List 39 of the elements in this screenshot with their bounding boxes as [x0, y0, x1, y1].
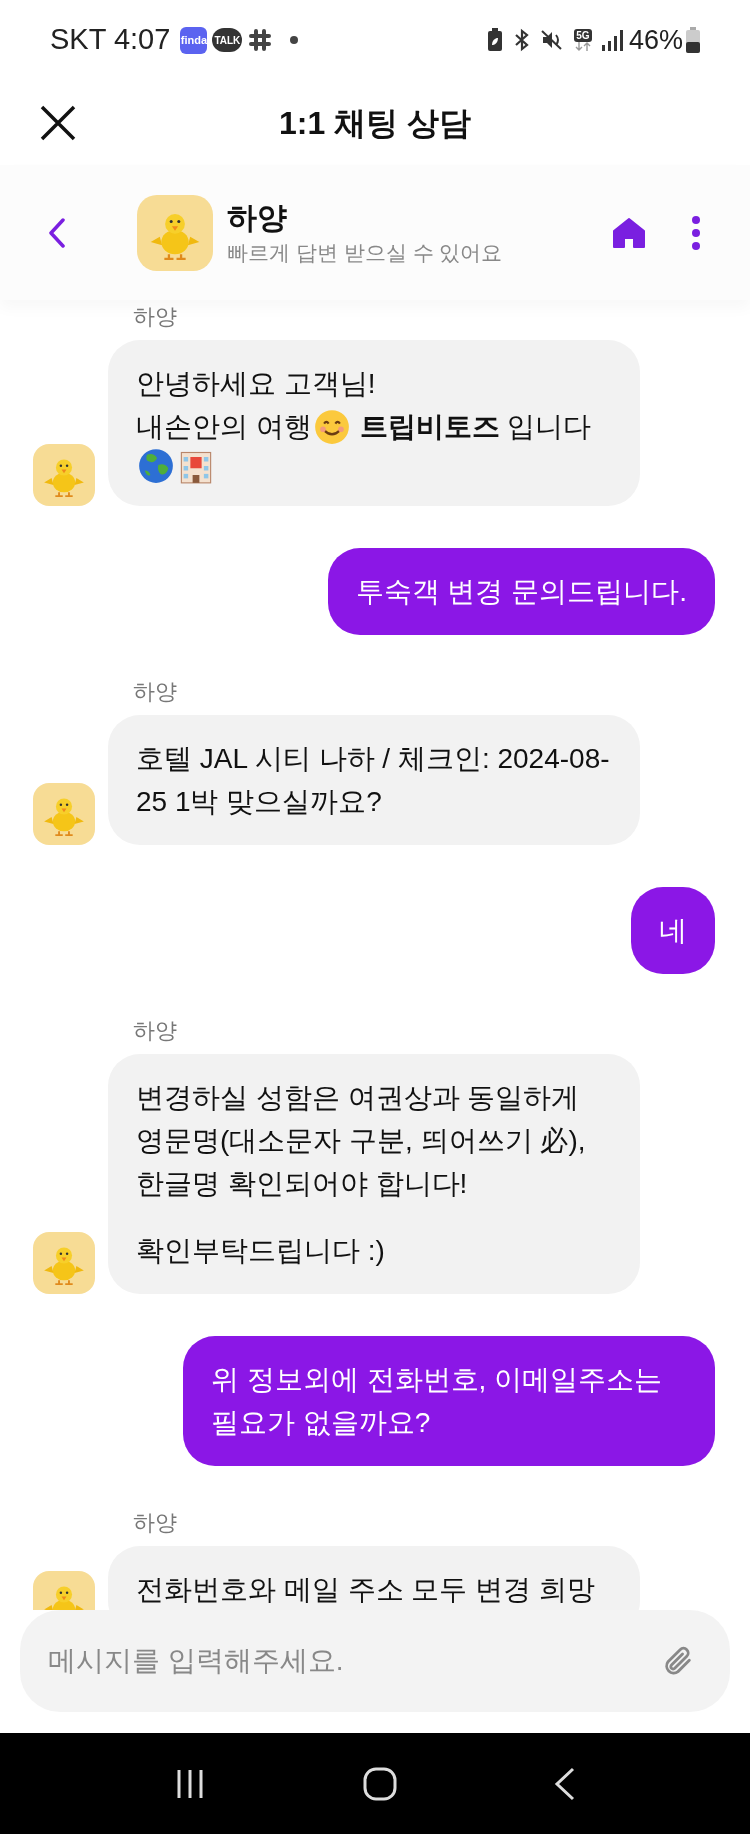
battery-saver-icon [486, 28, 503, 52]
message-text: 변경하실 성함은 여권상과 동일하게 영문명(대소문자 구분, 띄어쓰기 必), 한글명 확인되어야 합니다! [136, 1081, 587, 1201]
agent-subtitle: 빠르게 답변 받으실 수 있어요 [227, 239, 504, 266]
back-button[interactable] [48, 217, 66, 248]
smiley-icon [313, 408, 350, 445]
sender-name: 하양 [133, 678, 178, 706]
sender-name: 하양 [133, 1509, 178, 1537]
agent-name: 하양 [227, 199, 288, 236]
message-text: 안녕하세요 고객님! [136, 367, 376, 401]
chick-avatar-icon [33, 783, 95, 845]
page-title: 1:1 채팅 상담 [279, 103, 471, 143]
message-field[interactable]: 메시지를 입력해주세요. [20, 1610, 730, 1712]
sender-name: 하양 [133, 1017, 178, 1045]
battery-icon [686, 27, 700, 53]
app-badge: TALK [212, 28, 243, 52]
mute-icon [540, 29, 563, 51]
message-input[interactable]: 메시지를 입력해주세요. [48, 1640, 658, 1682]
dot-icon [290, 36, 299, 44]
back-nav-button[interactable] [553, 1766, 576, 1801]
message-text: 전화번호와 메일 주소 모두 변경 희망 [136, 1573, 595, 1607]
message-text: 확인부탁드립니다 :) [136, 1234, 385, 1268]
hash-icon [248, 28, 273, 52]
chick-avatar-icon [137, 194, 213, 271]
sender-name: 하양 [133, 303, 178, 331]
chick-avatar-icon [33, 444, 95, 506]
signal-icon [600, 29, 623, 51]
chick-avatar-icon [33, 1232, 95, 1294]
message-text: 호텔 JAL 시티 나하 / 체크인: 2024-08-25 1박 맞으실까요? [136, 742, 611, 819]
status-time: SKT 4:07 [50, 22, 171, 58]
globe-icon [138, 448, 174, 484]
message-text: 내손안의 여행 [136, 410, 312, 444]
network-type: 5G [574, 29, 592, 42]
message-text: 투숙객 변경 문의드립니다. [355, 575, 687, 609]
more-button[interactable] [691, 214, 701, 251]
message-text: 위 정보외에 전화번호, 이메일주소는 필요가 없을까요? [211, 1363, 664, 1440]
battery-percent: 46% [628, 23, 683, 57]
message-text: 네 [659, 914, 687, 948]
app-badge: finda [180, 26, 208, 54]
message-text: 트립비토즈 입니다 [358, 410, 592, 444]
